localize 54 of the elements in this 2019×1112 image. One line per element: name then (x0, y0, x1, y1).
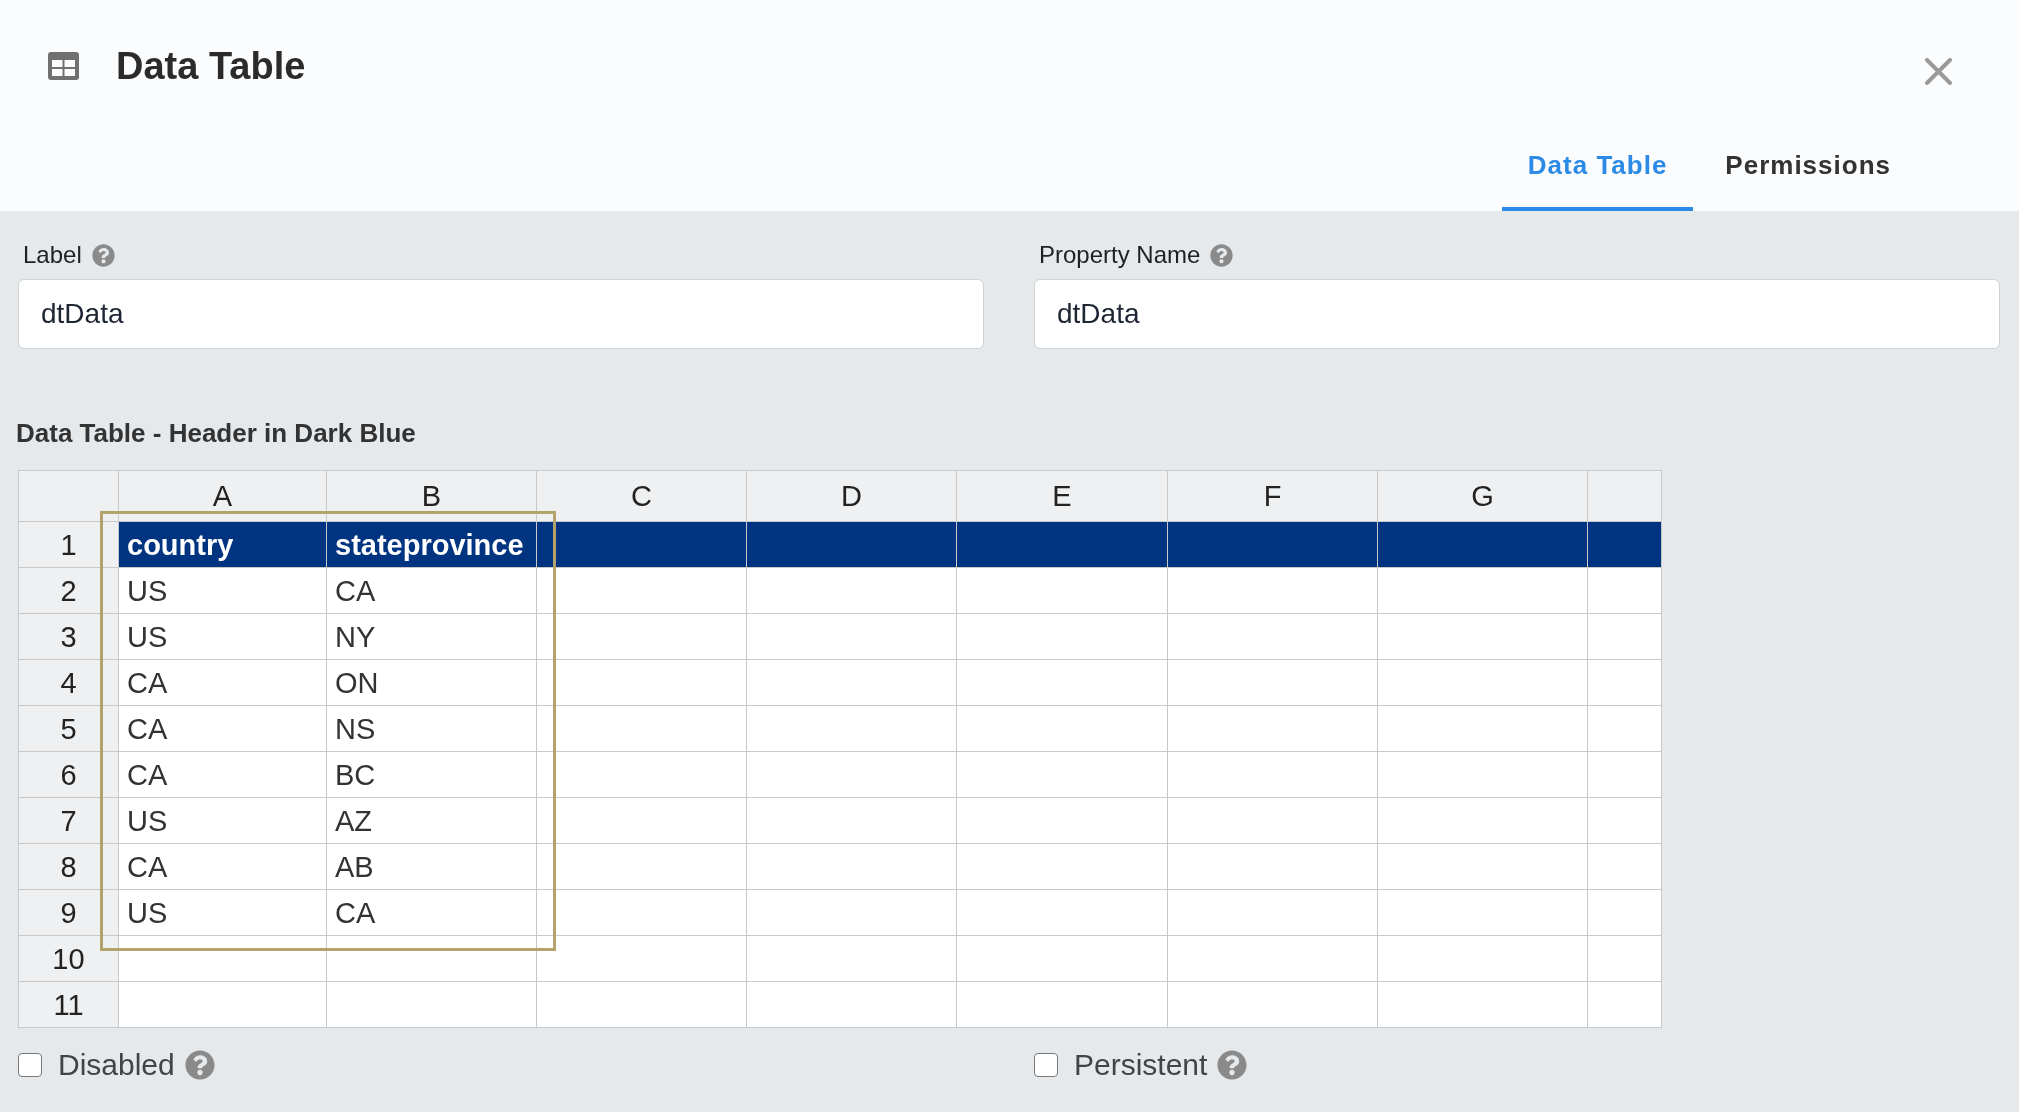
text-field[interactable]: dtData (18, 279, 984, 349)
table-cell: US (118, 613, 327, 660)
row-number: 6 (18, 751, 119, 798)
table-cell: CA (326, 567, 537, 614)
section-title: Data Table - Header in Dark Blue (16, 418, 417, 448)
table-cell: CA (118, 751, 327, 798)
field-label: Property Name (1039, 241, 1201, 269)
close-button[interactable] (1925, 57, 1952, 85)
row-number: 3 (18, 613, 119, 660)
checkbox[interactable] (18, 1053, 42, 1077)
row-number: 7 (18, 797, 119, 844)
table-cell: US (118, 797, 327, 844)
row-number: 2 (18, 567, 119, 614)
column-header: C (536, 470, 747, 522)
help-icon[interactable] (1217, 1050, 1248, 1080)
table-cell: US (118, 567, 327, 614)
help-icon[interactable] (184, 1050, 215, 1080)
checkbox-label: Persistent (1074, 1047, 1208, 1083)
table-cell: ON (326, 659, 537, 706)
row-number: 5 (18, 705, 119, 752)
help-icon[interactable] (1210, 243, 1234, 267)
row-number: 9 (18, 889, 119, 936)
row-number: 1 (18, 521, 119, 568)
tab[interactable]: Permissions (1699, 134, 1917, 211)
checkbox[interactable] (1034, 1053, 1058, 1077)
row-number: 4 (18, 659, 119, 706)
checkbox-label: Disabled (58, 1047, 175, 1083)
table-icon (48, 52, 79, 80)
table-cell: NS (326, 705, 537, 752)
table-cell: NY (326, 613, 537, 660)
header-cell: country (118, 521, 327, 568)
column-header: E (956, 470, 1168, 522)
table-cell: US (118, 889, 327, 936)
close-icon (1925, 57, 1952, 85)
table-cell: AB (326, 843, 537, 890)
column-header: G (1377, 470, 1588, 522)
row-number: 10 (18, 935, 119, 982)
row-number: 11 (18, 981, 119, 1028)
dialog-title: Data Table (116, 46, 306, 86)
table-cell: CA (326, 889, 537, 936)
column-header: F (1167, 470, 1378, 522)
table-cell: AZ (326, 797, 537, 844)
column-header: D (746, 470, 957, 522)
row-number: 8 (18, 843, 119, 890)
column-header: B (326, 470, 537, 522)
table-cell: CA (118, 843, 327, 890)
table-cell: BC (326, 751, 537, 798)
header-cell: stateprovince (326, 521, 537, 568)
field-label: Label (23, 241, 82, 269)
column-header: A (118, 470, 327, 522)
help-icon[interactable] (91, 243, 115, 267)
text-field[interactable]: dtData (1034, 279, 2000, 349)
table-cell: CA (118, 705, 327, 752)
table-cell: CA (118, 659, 327, 706)
